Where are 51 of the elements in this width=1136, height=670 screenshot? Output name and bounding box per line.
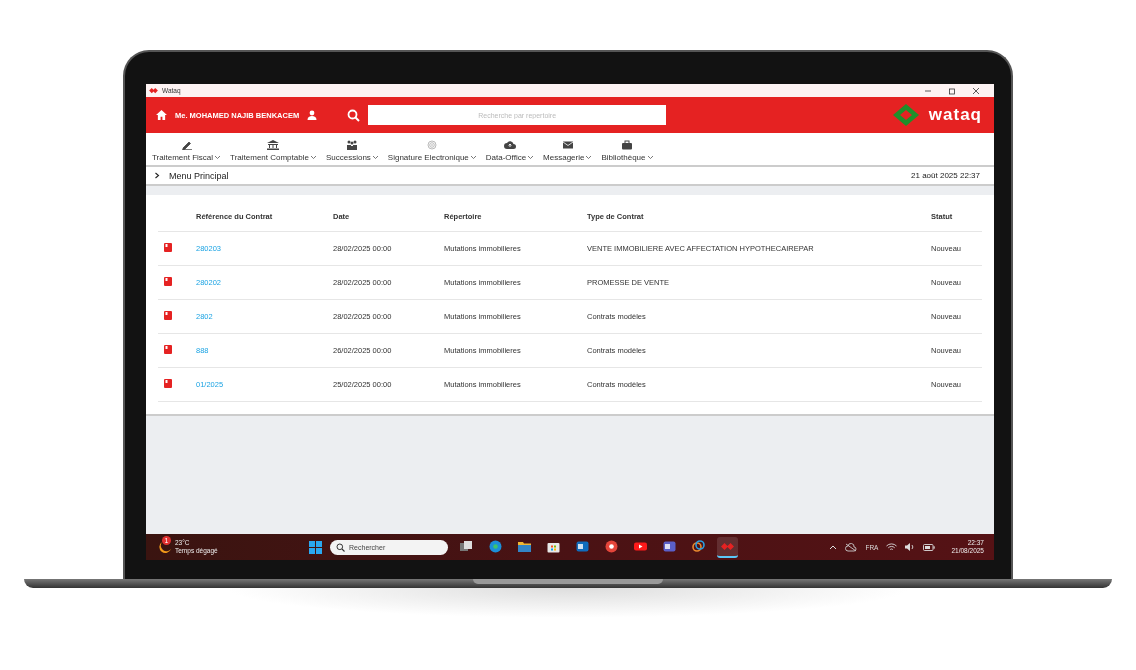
date-time: 21 août 2025 22:37 (911, 171, 980, 180)
menu-item[interactable]: Successions (323, 140, 381, 162)
chat-app-icon (663, 539, 677, 553)
browser-icon (605, 539, 619, 553)
document-icon[interactable] (164, 379, 172, 388)
chevron-right-icon[interactable] (154, 172, 160, 179)
chevron-down-icon (309, 155, 317, 160)
chevron-down-icon (585, 155, 593, 160)
document-icon[interactable] (164, 243, 172, 252)
people-icon (346, 140, 359, 150)
browser-icon (489, 539, 503, 553)
search-icon[interactable] (347, 108, 361, 122)
search-icon (336, 542, 346, 552)
pen-icon (180, 140, 193, 150)
rings-icon (692, 539, 706, 553)
app-logo-icon (149, 87, 158, 94)
menu-item[interactable]: Data-Office (483, 140, 537, 162)
home-icon[interactable] (156, 110, 167, 120)
restore-icon[interactable] (948, 86, 956, 95)
chevron-down-icon (527, 155, 535, 160)
wifi-icon[interactable] (886, 543, 898, 551)
cloud-icon[interactable] (845, 542, 858, 552)
fingerprint-icon (426, 140, 439, 150)
bank-icon (267, 140, 280, 150)
chevron-down-icon (371, 155, 379, 160)
breadcrumb-label[interactable]: Menu Principal (169, 170, 229, 181)
windows-icon (460, 539, 474, 553)
document-icon[interactable] (164, 345, 172, 354)
chevron-up-icon[interactable] (829, 544, 838, 550)
menu-item[interactable]: Traitement Fiscal (150, 140, 224, 162)
briefcase-icon (621, 140, 634, 150)
document-icon[interactable] (164, 311, 172, 320)
chevron-down-icon (469, 155, 477, 160)
mail-app-icon (576, 539, 590, 553)
chevron-down-icon (214, 155, 222, 160)
menu-item[interactable]: Bibliothèque (599, 140, 656, 162)
chevron-down-icon (646, 155, 654, 160)
cloud-upload-icon (503, 140, 516, 150)
speaker-icon[interactable] (905, 543, 916, 551)
menu-item[interactable]: Messagerie (541, 140, 595, 162)
menu-item[interactable]: Traitement Comptable (228, 140, 319, 162)
menu-item[interactable]: Signature Electronique (385, 140, 479, 162)
logo-text: wataq (928, 105, 982, 125)
taskbar-app[interactable] (717, 536, 739, 558)
user-icon[interactable] (307, 110, 318, 120)
close-icon[interactable] (972, 86, 980, 95)
start-icon[interactable] (309, 540, 323, 554)
battery-icon[interactable] (923, 543, 936, 551)
document-icon[interactable] (164, 277, 172, 286)
mail-icon (561, 140, 574, 150)
folder-icon (518, 539, 532, 553)
